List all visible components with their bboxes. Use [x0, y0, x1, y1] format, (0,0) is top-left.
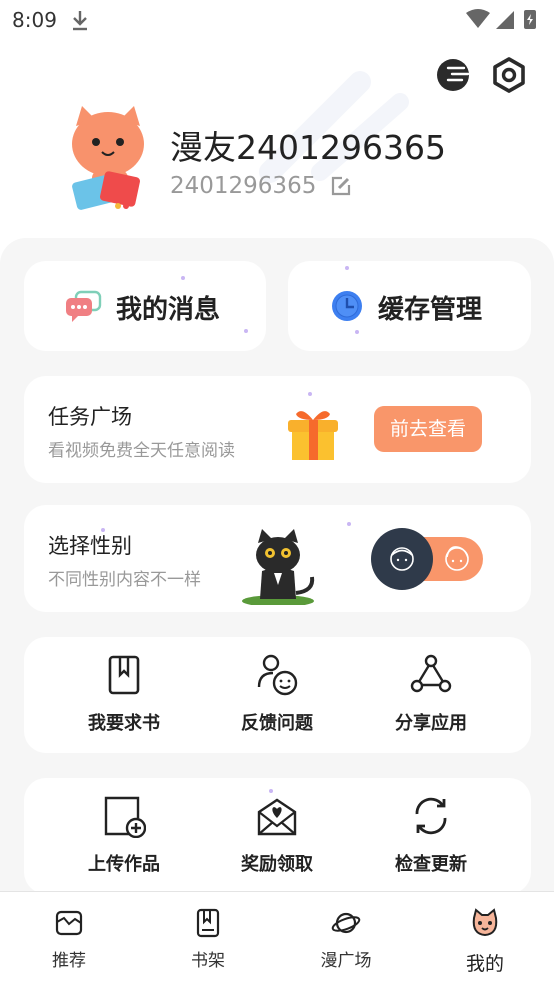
settings-icon[interactable]	[490, 56, 528, 94]
share-icon	[410, 654, 452, 693]
feedback-button[interactable]: 反馈问题	[217, 653, 337, 743]
gift-icon	[288, 411, 338, 460]
system-status-icons	[466, 9, 536, 29]
nav-mine-label: 我的	[465, 953, 504, 975]
feedback-label: 反馈问题	[241, 713, 313, 734]
my-messages-label: 我的消息	[116, 295, 221, 325]
reward-claim-label: 奖励领取	[241, 854, 313, 875]
nav-manga-plaza[interactable]: 漫广场	[296, 904, 396, 974]
cache-management-label: 缓存管理	[378, 295, 483, 325]
tools-row-1: 我要求书 反馈问题 分享应用	[24, 637, 531, 753]
check-update-button[interactable]: 检查更新	[371, 794, 491, 884]
sparkle-dot	[345, 266, 349, 270]
sparkle-dot	[244, 329, 248, 333]
bookshelf-icon	[196, 908, 220, 938]
check-update-label: 检查更新	[395, 854, 467, 875]
gender-select-card[interactable]: 选择性别 不同性别内容不一样	[24, 505, 531, 612]
my-messages-card[interactable]: 我的消息	[24, 261, 266, 351]
chat-bubbles-icon	[66, 290, 102, 322]
gender-toggle[interactable]	[371, 528, 484, 590]
book-request-label: 我要求书	[88, 713, 160, 734]
nav-recommend[interactable]: 推荐	[19, 904, 119, 974]
sparkle-dot	[347, 522, 351, 526]
sparkle-dot	[355, 330, 359, 334]
task-plaza-title: 任务广场	[48, 405, 132, 429]
nav-mine[interactable]: 我的	[435, 904, 535, 975]
sparkle-dot	[308, 392, 312, 396]
upload-works-button[interactable]: 上传作品	[64, 794, 184, 884]
nickname: 漫友2401296365	[170, 128, 446, 167]
refresh-icon	[415, 797, 447, 835]
sparkle-dot	[269, 789, 273, 793]
upload-works-label: 上传作品	[88, 854, 160, 875]
task-plaza-card[interactable]: 任务广场 看视频免费全天任意阅读 前去查看	[24, 376, 531, 483]
book-request-button[interactable]: 我要求书	[64, 653, 184, 743]
nav-bookshelf[interactable]: 书架	[158, 904, 258, 974]
edit-icon[interactable]	[330, 175, 352, 197]
planet-icon	[331, 912, 361, 934]
wifi-icon	[466, 9, 490, 28]
status-bar: 8:09	[0, 0, 554, 40]
nav-bookshelf-label: 书架	[191, 951, 225, 971]
share-app-label: 分享应用	[395, 713, 467, 734]
recommend-icon	[55, 910, 83, 936]
book-request-icon	[108, 655, 140, 695]
view-tasks-button[interactable]: 前去查看	[374, 406, 482, 452]
gender-subtitle: 不同性别内容不一样	[48, 570, 201, 590]
tools-row-2: 上传作品 奖励领取 检查更新	[24, 778, 531, 894]
sparkle-dot	[181, 276, 185, 280]
clock-icon	[332, 291, 362, 321]
share-app-button[interactable]: 分享应用	[371, 653, 491, 743]
avatar[interactable]	[66, 104, 150, 214]
upload-icon	[104, 796, 146, 838]
sparkle-dot	[101, 528, 105, 532]
feedback-icon	[257, 654, 298, 696]
nav-recommend-label: 推荐	[52, 951, 86, 971]
status-time: 8:09	[12, 8, 57, 32]
nav-manga-plaza-label: 漫广场	[320, 951, 372, 971]
signal-icon	[496, 11, 514, 29]
night-mode-icon[interactable]	[434, 56, 472, 94]
gender-title: 选择性别	[48, 534, 132, 558]
reward-claim-button[interactable]: 奖励领取	[217, 794, 337, 884]
download-icon	[73, 11, 87, 31]
cat-face-icon	[472, 908, 498, 937]
black-cat-illustration	[242, 529, 315, 605]
reward-icon	[257, 798, 297, 836]
bottom-navigation: 推荐 书架 漫广场 我的	[0, 891, 554, 984]
user-id: 2401296365	[170, 173, 317, 199]
task-plaza-subtitle: 看视频免费全天任意阅读	[48, 441, 235, 461]
cache-management-card[interactable]: 缓存管理	[288, 261, 531, 351]
